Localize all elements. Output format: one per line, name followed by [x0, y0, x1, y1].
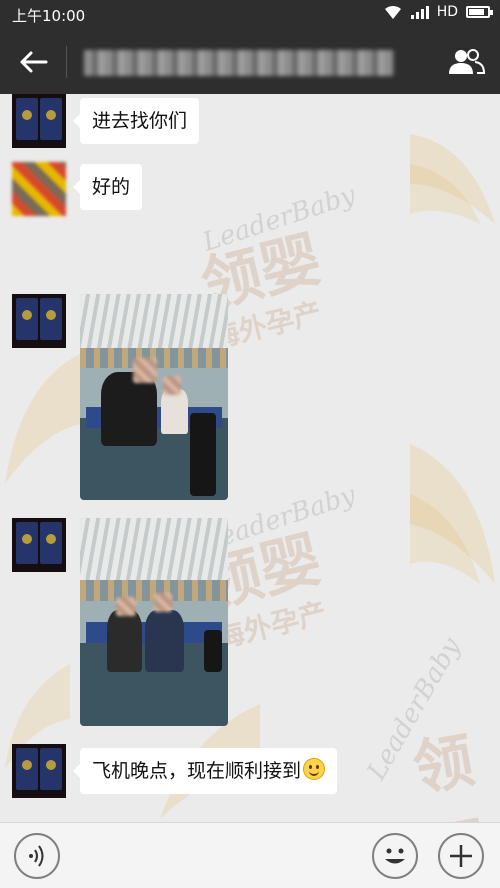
message-text: 好的: [92, 176, 131, 198]
contact-avatar[interactable]: [12, 518, 66, 572]
watermark-chinese: 领婴: [407, 725, 494, 822]
contact-avatar[interactable]: [12, 162, 66, 216]
message-bubble[interactable]: 飞机晚点，现在顺利接到: [72, 748, 338, 794]
battery-icon: [466, 6, 493, 18]
watermark-wing: [5, 354, 80, 484]
emoji-icon[interactable]: [372, 833, 418, 879]
watermark-wing: [410, 444, 495, 584]
header-divider: [66, 46, 67, 78]
network-label: HD: [436, 4, 458, 20]
watermark-latin: LeaderBaby: [361, 632, 467, 786]
smile-emoji-icon: [303, 758, 326, 780]
contact-avatar[interactable]: [12, 294, 66, 348]
watermark-subtitle: 海外孕产: [213, 595, 330, 656]
voice-icon[interactable]: [14, 833, 60, 879]
message-photo[interactable]: [80, 294, 228, 500]
status-time: 上午10:00: [12, 7, 86, 25]
wifi-icon: [384, 5, 401, 19]
message-text: 进去找你们: [92, 110, 188, 132]
plus-icon[interactable]: [438, 833, 484, 879]
message-photo[interactable]: [80, 518, 228, 726]
chat-title: [84, 50, 394, 76]
chat-area[interactable]: LeaderBaby 领婴 海外孕产 LeaderBaby 领婴 海外孕产 Le…: [0, 94, 500, 822]
input-bar: [0, 822, 500, 888]
contact-avatar[interactable]: [12, 94, 66, 148]
contact-avatar[interactable]: [12, 744, 66, 798]
signal-icon: [410, 5, 429, 19]
message-bubble[interactable]: 进去找你们: [72, 98, 200, 144]
message-bubble[interactable]: 好的: [72, 164, 143, 210]
message-text: 飞机晚点，现在顺利接到: [92, 760, 302, 782]
chat-header: [0, 30, 500, 94]
status-bar: 上午10:00 HD: [0, 0, 500, 30]
watermark-wing: [410, 134, 495, 224]
people-icon[interactable]: [446, 46, 486, 78]
arrow-left-icon[interactable]: [16, 46, 52, 78]
status-icons: HD: [383, 4, 493, 20]
watermark-latin: LeaderBaby: [199, 180, 360, 258]
